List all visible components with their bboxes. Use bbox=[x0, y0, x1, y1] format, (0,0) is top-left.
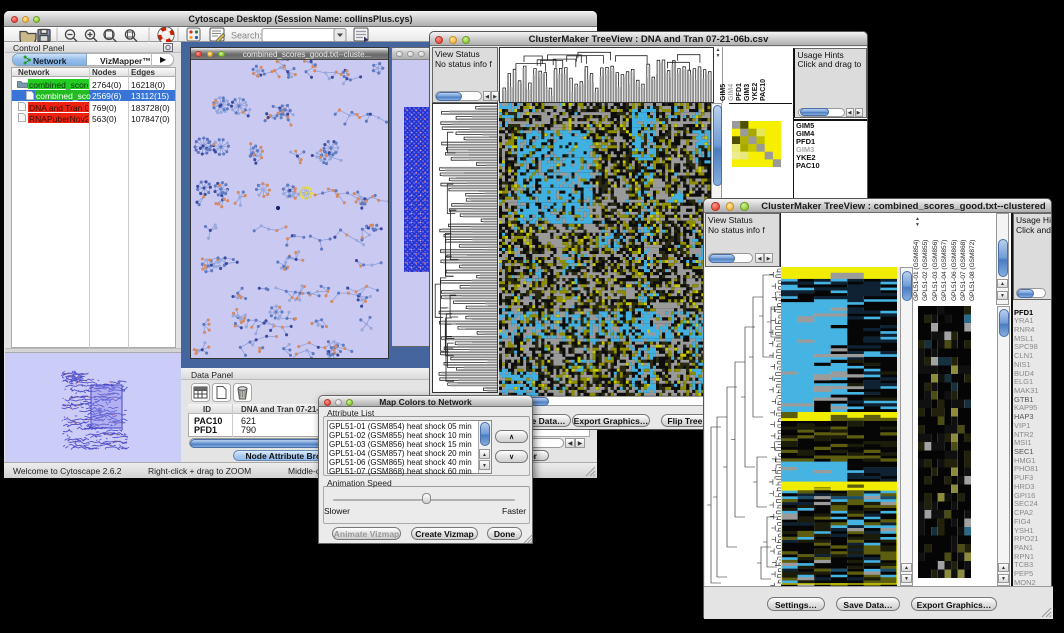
svg-text:Search:: Search: bbox=[231, 31, 262, 41]
